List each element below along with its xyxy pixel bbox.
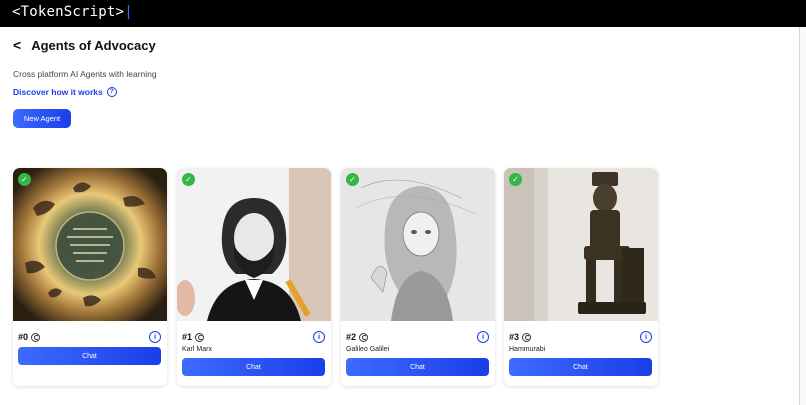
scrollbar-track[interactable] bbox=[799, 27, 806, 405]
logo-cursor: | bbox=[124, 4, 133, 20]
top-navbar: <TokenScript>| bbox=[0, 0, 806, 27]
agent-number: #0 bbox=[18, 332, 29, 342]
agent-card[interactable]: ✓ #3 i Hammurabi Chat bbox=[504, 168, 658, 386]
agent-number-row: #2 bbox=[346, 332, 369, 342]
verified-check-icon: ✓ bbox=[509, 173, 522, 186]
agent-name: Galileo Galilei bbox=[346, 346, 390, 353]
agent-image-mystic-tree[interactable]: ✓ bbox=[13, 168, 167, 321]
verified-check-icon: ✓ bbox=[18, 173, 31, 186]
info-icon[interactable]: i bbox=[313, 331, 325, 343]
agent-number: #3 bbox=[509, 332, 520, 342]
new-agent-button[interactable]: New Agent bbox=[13, 109, 71, 128]
copy-icon[interactable] bbox=[195, 332, 205, 342]
agent-name: Karl Marx bbox=[182, 346, 212, 353]
page-header: < Agents of Advocacy bbox=[13, 37, 156, 53]
logo-text: <TokenScript> bbox=[12, 4, 125, 20]
copy-icon[interactable] bbox=[359, 332, 369, 342]
verified-check-icon: ✓ bbox=[346, 173, 359, 186]
discover-link[interactable]: Discover how it works ? bbox=[13, 87, 117, 97]
agent-card[interactable]: ✓ #1 i Karl Marx Chat bbox=[177, 168, 331, 386]
chat-button[interactable]: Chat bbox=[509, 358, 652, 376]
help-icon: ? bbox=[106, 87, 117, 97]
agent-card[interactable]: ✓ #0 i Chat bbox=[13, 168, 167, 386]
agent-number: #1 bbox=[182, 332, 193, 342]
info-icon[interactable]: i bbox=[477, 331, 489, 343]
page-title: Agents of Advocacy bbox=[31, 37, 156, 53]
agent-card[interactable]: ✓ #2 i Galileo Galilei Chat bbox=[341, 168, 495, 386]
discover-link-label: Discover how it works bbox=[13, 87, 103, 97]
tokenscript-logo[interactable]: <TokenScript>| bbox=[12, 4, 133, 20]
agent-image-hammurabi[interactable]: ✓ bbox=[504, 168, 658, 321]
agent-number-row: #0 bbox=[18, 332, 41, 342]
page-subtitle: Cross platform AI Agents with learning bbox=[13, 69, 157, 79]
info-icon[interactable]: i bbox=[149, 331, 161, 343]
agent-number: #2 bbox=[346, 332, 357, 342]
agent-number-row: #3 bbox=[509, 332, 532, 342]
agent-image-karl-marx[interactable]: ✓ bbox=[177, 168, 331, 321]
verified-check-icon: ✓ bbox=[182, 173, 195, 186]
chat-button[interactable]: Chat bbox=[346, 358, 489, 376]
agent-image-galileo[interactable]: ✓ bbox=[341, 168, 495, 321]
chat-button[interactable]: Chat bbox=[182, 358, 325, 376]
back-arrow-icon[interactable]: < bbox=[13, 37, 21, 53]
copy-icon[interactable] bbox=[31, 332, 41, 342]
agent-name: Hammurabi bbox=[509, 346, 546, 353]
info-icon[interactable]: i bbox=[640, 331, 652, 343]
agent-number-row: #1 bbox=[182, 332, 205, 342]
copy-icon[interactable] bbox=[522, 332, 532, 342]
chat-button[interactable]: Chat bbox=[18, 347, 161, 365]
